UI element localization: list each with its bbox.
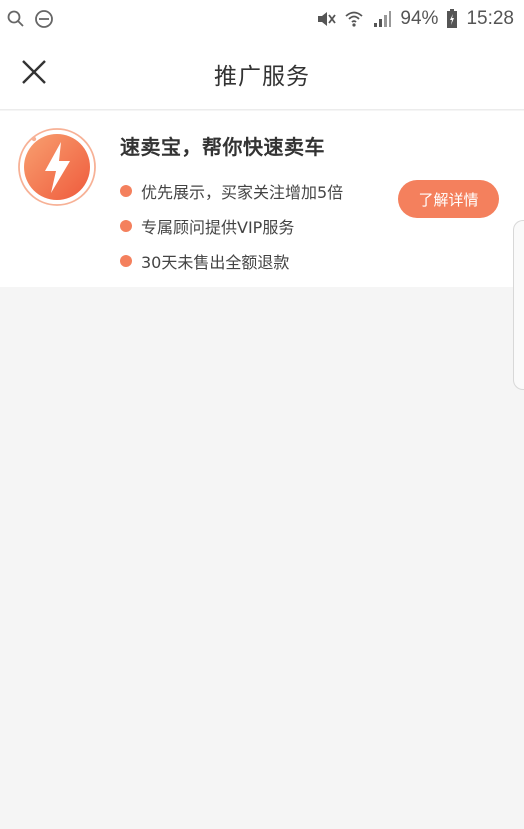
close-icon xyxy=(20,58,48,90)
learn-more-button[interactable]: 了解详情 xyxy=(398,180,499,218)
feature-text: 专属顾问提供VIP服务 xyxy=(141,217,295,237)
bullet-dot xyxy=(120,219,132,232)
status-bar: 94% 15:28 xyxy=(0,0,524,38)
wifi-icon xyxy=(344,9,364,29)
feature-item: 优先展示，买家关注增加5倍 xyxy=(120,173,343,208)
feature-text: 30天未售出全额退款 xyxy=(141,252,290,272)
feature-item: 专属顾问提供VIP服务 xyxy=(120,208,343,243)
status-bar-right: 94% 15:28 xyxy=(316,8,514,30)
clock: 15:28 xyxy=(466,8,514,29)
do-not-disturb-icon xyxy=(34,9,54,29)
battery-percent: 94% xyxy=(400,8,439,29)
battery-icon xyxy=(446,9,458,29)
signal-icon xyxy=(372,9,392,29)
feature-text: 优先展示，买家关注增加5倍 xyxy=(141,182,344,202)
close-button[interactable] xyxy=(16,56,52,92)
edge-panel-handle[interactable] xyxy=(513,220,524,390)
feature-list: 优先展示，买家关注增加5倍 专属顾问提供VIP服务 30天未售出全额退款 xyxy=(120,173,343,278)
bullet-dot xyxy=(120,254,132,267)
mute-icon xyxy=(316,9,337,29)
lightning-icon xyxy=(17,127,97,207)
promo-title: 速卖宝，帮你快速卖车 xyxy=(120,135,325,159)
feature-item: 30天未售出全额退款 xyxy=(120,243,343,278)
status-bar-left xyxy=(6,9,54,29)
header: 推广服务 xyxy=(0,38,524,110)
promo-card: 速卖宝，帮你快速卖车 优先展示，买家关注增加5倍 专属顾问提供VIP服务 30天… xyxy=(0,111,524,287)
search-icon xyxy=(6,9,26,29)
bullet-dot xyxy=(120,184,132,197)
page-title: 推广服务 xyxy=(214,63,310,90)
